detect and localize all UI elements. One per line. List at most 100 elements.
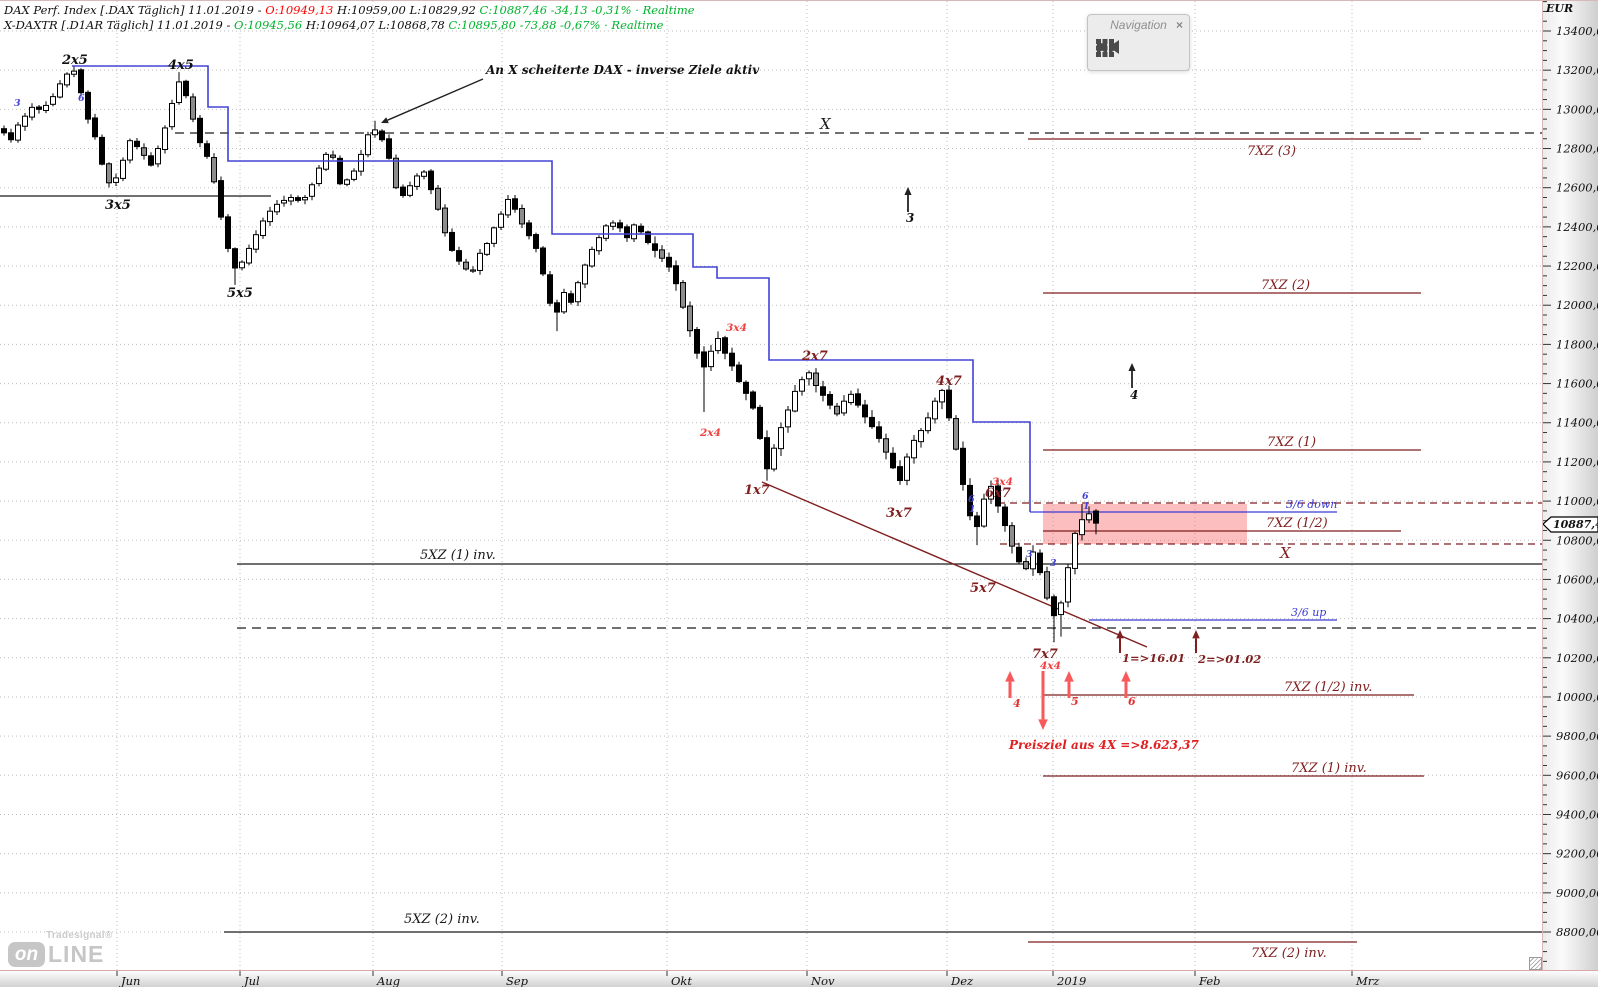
candle-body (15, 124, 21, 141)
legend-line-xdaxtr: X-DAXTR [.D1AR Täglich] 11.01.2019 - O:1… (4, 18, 664, 32)
red-up-arrow-head (1005, 671, 1015, 682)
count-label: 5 (1071, 695, 1079, 708)
navigation-panel: Navigation × (1087, 14, 1190, 71)
candle-body (883, 438, 889, 453)
candle-body (64, 73, 70, 86)
candle-body (1023, 561, 1029, 570)
count-digit: 1 (969, 504, 976, 515)
candle-body (316, 167, 322, 185)
candle-body (435, 187, 441, 210)
candle-body (407, 185, 413, 196)
price-tick-label: 13400,00 (1556, 24, 1598, 38)
price-axis[interactable]: EUR 8800,00 9000,00 9200,00 9400,00 9600,00 9… (1542, 1, 1598, 970)
candle-body (253, 234, 259, 250)
pattern-label: 6x7 (985, 486, 1011, 501)
count-label: 4 (1013, 697, 1021, 710)
candle-body (393, 157, 399, 189)
candle-body (414, 175, 420, 187)
candle-body (239, 261, 245, 269)
candle-body (799, 379, 805, 392)
candle-body (29, 106, 35, 118)
candle-body (505, 198, 511, 216)
candle-body (365, 134, 371, 156)
candle-body (120, 159, 126, 179)
month-tick-label: Jul (242, 974, 260, 987)
candle-body (981, 498, 987, 527)
candle-body (218, 180, 224, 218)
candle-body (1051, 596, 1057, 617)
candle-body (309, 184, 315, 197)
level-label: 7XZ (1/2) inv. (1284, 680, 1372, 695)
close-icon[interactable]: × (1176, 18, 1183, 32)
tradesignal-watermark: Tradesignal® on LINE (8, 930, 113, 968)
candle-body (274, 203, 280, 213)
candle-body (589, 248, 595, 267)
legend-line-dax: DAX Perf. Index [.DAX Täglich] 11.01.201… (4, 3, 695, 17)
candle-body (372, 129, 378, 136)
month-tick-label: Feb (1198, 974, 1221, 987)
candle-body (722, 337, 728, 354)
candle-body (85, 91, 91, 120)
candle-body (652, 243, 658, 251)
candle-body (127, 140, 133, 161)
candle-body (750, 391, 756, 409)
level-label: 5XZ (1) inv. (420, 548, 496, 563)
count-label: 6 (1128, 695, 1136, 708)
plot-area: X 7XZ (3) 7XZ (2) 7XZ (1) 3/6 down 7XZ (1/2) X… (0, 1, 1543, 970)
candle-body (134, 140, 140, 148)
candle-body (71, 70, 77, 75)
candle-body (631, 224, 637, 240)
price-target-label: Preisziel aus 4X =>8.623,37 (1008, 738, 1200, 752)
pattern-label: 5x5 (227, 286, 253, 301)
rewind-icon[interactable] (1097, 39, 1155, 63)
candle-body (50, 96, 56, 105)
candle-body (890, 452, 896, 469)
candle-body (295, 197, 301, 201)
candle-body (442, 207, 448, 234)
arrow-label: 3 (906, 211, 914, 225)
count-digit: 1 (1083, 501, 1090, 512)
candle-body (211, 157, 217, 183)
legend-close-value: C:10895,80 -73,88 -0,67% (448, 18, 601, 32)
price-tick-label: 12600,00 (1556, 181, 1598, 195)
candle-body (155, 148, 161, 165)
instrument-legend: DAX Perf. Index [.DAX Täglich] 11.01.201… (4, 3, 695, 33)
level-label: 7XZ (1) (1267, 435, 1316, 450)
candle-body (232, 248, 238, 269)
price-tick-label: 12800,00 (1556, 142, 1598, 156)
price-tick-label: 11000,00 (1556, 494, 1598, 508)
candle-body (1037, 552, 1043, 574)
annotation-text: An X scheiterte DAX - inverse Ziele akti… (485, 63, 760, 77)
month-tick-label: 2019 (1056, 974, 1086, 987)
legend-close-value: C:10887,46 -34,13 -0,31% (479, 3, 632, 17)
candle-body (526, 222, 532, 237)
price-tick-label: 9600,00 (1556, 768, 1598, 782)
candle-body (169, 102, 175, 128)
candle-body (358, 153, 364, 172)
tradesignal-chart-window: X 7XZ (3) 7XZ (2) 7XZ (1) 3/6 down 7XZ (1/2) X… (0, 0, 1598, 987)
fast-forward-icon[interactable] (1097, 39, 1188, 63)
candlestick-chart-canvas[interactable]: X 7XZ (3) 7XZ (2) 7XZ (1) 3/6 down 7XZ (1/2) X… (0, 1, 1542, 970)
candle-body (113, 177, 119, 183)
candle-body (1, 128, 7, 134)
level-label: 7XZ (3) (1247, 144, 1296, 159)
candle-body (869, 416, 875, 428)
candle-body (246, 247, 252, 264)
candle-body (547, 274, 553, 304)
level-label: 7XZ (2) (1261, 278, 1310, 293)
price-tick-label: 9200,00 (1556, 847, 1598, 861)
candle-body (43, 104, 49, 111)
resize-handle[interactable] (1529, 957, 1542, 970)
date-target-label: 2=>01.02 (1197, 652, 1261, 666)
price-tick-label: 9400,00 (1556, 807, 1598, 821)
candle-body (855, 393, 861, 406)
candle-body (1009, 525, 1015, 547)
pattern-label: 4x7 (936, 374, 962, 389)
price-tick-label: 9000,00 (1556, 886, 1598, 900)
candle-body (792, 390, 798, 412)
candle-body (932, 400, 938, 420)
candle-body (1016, 546, 1022, 563)
time-axis[interactable]: Jun Jul Aug Sep Okt Nov Dez 2019 Feb Mrz (0, 970, 1598, 987)
pattern-label: 2x7 (801, 349, 828, 364)
price-tick-label: 13000,00 (1556, 102, 1598, 116)
